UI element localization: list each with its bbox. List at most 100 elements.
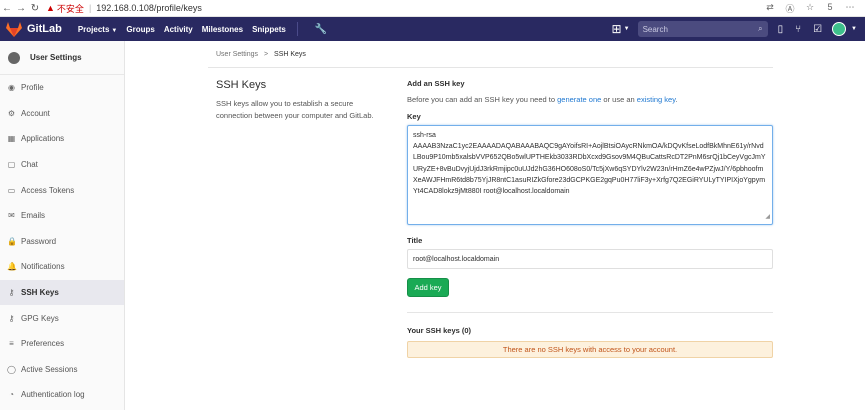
nav-milestones[interactable]: Milestones bbox=[202, 25, 243, 34]
chat-icon: ▢ bbox=[7, 160, 16, 170]
breadcrumb-parent[interactable]: User Settings bbox=[216, 51, 258, 58]
sidebar-item-label: Applications bbox=[21, 134, 65, 144]
key-label: Key bbox=[407, 112, 421, 121]
gitlab-header: GitLab Projects ▼ Groups Activity Milesto… bbox=[0, 17, 865, 41]
translate-icon[interactable]: ⇄ bbox=[763, 2, 777, 15]
profile-icon: ◉ bbox=[8, 83, 15, 93]
admin-wrench-icon[interactable]: 🔧 bbox=[315, 24, 327, 35]
sidebar-title: User Settings bbox=[30, 53, 82, 62]
breadcrumb-separator: > bbox=[263, 51, 269, 58]
nav-divider bbox=[296, 22, 298, 36]
sidebar-item-emails[interactable]: ✉ Emails bbox=[0, 203, 124, 229]
favorite-icon[interactable]: ☆ bbox=[803, 2, 817, 15]
issues-icon[interactable]: ▯ bbox=[778, 24, 784, 35]
chevron-down-icon: ▼ bbox=[623, 26, 630, 32]
sidebar-header[interactable]: User Settings bbox=[0, 41, 124, 75]
sidebar-item-access-tokens[interactable]: ▭ Access Tokens bbox=[0, 177, 124, 203]
security-indicator[interactable]: 不安全 bbox=[57, 2, 84, 15]
generate-one-link[interactable]: generate one bbox=[557, 95, 601, 104]
key-icon: ⚷ bbox=[8, 288, 15, 298]
existing-key-link[interactable]: existing key bbox=[637, 95, 676, 104]
sidebar-item-label: Preferences bbox=[21, 339, 65, 349]
sidebar-item-applications[interactable]: ▦ Applications bbox=[0, 126, 124, 152]
tanuki-icon bbox=[6, 21, 22, 37]
sidebar-item-account[interactable]: ⚙ Account bbox=[0, 101, 124, 127]
sidebar-item-profile[interactable]: ◉ Profile bbox=[0, 75, 124, 101]
user-icon bbox=[8, 51, 20, 64]
brand-name: GitLab bbox=[27, 23, 62, 35]
add-key-description: Before you can add an SSH key you need t… bbox=[407, 95, 678, 104]
header-right: ⊞ ▼ Search ⌕ ▯ ⑂ ☑ ▼ bbox=[612, 21, 865, 37]
address-bar[interactable]: 192.168.0.108/profile/keys bbox=[96, 3, 202, 13]
search-placeholder: Search bbox=[642, 24, 668, 34]
sidebar-item-label: Active Sessions bbox=[21, 364, 78, 374]
token-icon: ▭ bbox=[7, 185, 16, 195]
page-title: SSH Keys bbox=[216, 79, 267, 91]
sidebar-item-label: Access Tokens bbox=[21, 185, 75, 195]
nav-projects[interactable]: Projects ▼ bbox=[78, 25, 118, 34]
lock-icon: 🔒 bbox=[7, 236, 17, 246]
bell-icon: 🔔 bbox=[7, 262, 17, 272]
sidebar-item-notifications[interactable]: 🔔 Notifications bbox=[0, 254, 124, 280]
breadcrumb: User Settings > SSH Keys bbox=[216, 51, 306, 58]
back-button[interactable]: ← bbox=[0, 3, 14, 14]
breadcrumb-current[interactable]: SSH Keys bbox=[274, 51, 306, 58]
search-icon: ⌕ bbox=[758, 24, 763, 33]
nav-groups[interactable]: Groups bbox=[126, 25, 154, 34]
user-menu-chevron-icon[interactable]: ▼ bbox=[851, 26, 857, 32]
add-key-form: Add an SSH key Before you can add an SSH… bbox=[407, 79, 773, 358]
sidebar-item-label: Profile bbox=[21, 83, 44, 93]
more-icon[interactable]: ⋯ bbox=[843, 2, 857, 15]
sessions-icon: ◯ bbox=[7, 364, 16, 374]
sidebar-item-password[interactable]: 🔒 Password bbox=[0, 229, 124, 255]
reload-button[interactable]: ↻ bbox=[28, 3, 42, 14]
warning-icon: ▲ bbox=[46, 3, 55, 13]
new-dropdown-button[interactable]: ⊞ ▼ bbox=[612, 22, 630, 36]
add-key-heading: Add an SSH key bbox=[407, 79, 465, 88]
sidebar-item-label: Chat bbox=[21, 160, 38, 170]
intro-section: SSH Keys SSH keys allow you to establish… bbox=[216, 79, 391, 122]
nav-activity[interactable]: Activity bbox=[164, 25, 193, 34]
gitlab-logo[interactable]: GitLab bbox=[6, 21, 78, 37]
browser-actions: ⇄ Ⓐ ☆ 5 ⋯ bbox=[763, 2, 865, 15]
sidebar-item-active-sessions[interactable]: ◯ Active Sessions bbox=[0, 357, 124, 383]
add-key-button[interactable]: Add key bbox=[407, 278, 449, 297]
search-input[interactable]: Search ⌕ bbox=[637, 21, 768, 37]
sidebar-item-label: Emails bbox=[21, 211, 46, 221]
your-keys-heading: Your SSH keys (0) bbox=[407, 326, 472, 335]
sidebar-item-chat[interactable]: ▢ Chat bbox=[0, 152, 124, 178]
page-description: SSH keys allow you to establish a secure… bbox=[216, 99, 374, 120]
reader-icon[interactable]: Ⓐ bbox=[783, 2, 797, 15]
resize-handle-icon[interactable]: ◢ bbox=[765, 212, 770, 223]
address-separator: | bbox=[88, 3, 92, 13]
mail-icon: ✉ bbox=[8, 211, 15, 221]
sidebar-item-ssh-keys[interactable]: ⚷ SSH Keys bbox=[0, 279, 124, 306]
header-icons: ▯ ⑂ ☑ bbox=[778, 24, 822, 35]
sidebar-item-gpg-keys[interactable]: ⚷ GPG Keys bbox=[0, 305, 124, 331]
preferences-icon: ≡ bbox=[9, 339, 14, 349]
nav-snippets[interactable]: Snippets bbox=[252, 25, 286, 34]
main-nav: Projects ▼ Groups Activity Milestones Sni… bbox=[78, 22, 327, 36]
no-keys-message: There are no SSH keys with access to you… bbox=[502, 345, 678, 354]
title-value: root@localhost.localdomain bbox=[413, 255, 500, 263]
sidebar-item-label: Account bbox=[21, 108, 50, 118]
plus-square-icon: ⊞ bbox=[611, 22, 622, 36]
sidebar-item-label: SSH Keys bbox=[21, 288, 59, 298]
key-value: ssh-rsa AAAAB3NzaC1yc2EAAAADAQABAAABAQC9g… bbox=[413, 132, 766, 196]
key-textarea[interactable]: ssh-rsa AAAAB3NzaC1yc2EAAAADAQABAAABAQC9g… bbox=[407, 125, 773, 225]
title-label: Title bbox=[407, 236, 423, 245]
section-divider bbox=[407, 312, 773, 313]
sidebar-item-label: Authentication log bbox=[21, 390, 85, 400]
sidebar-item-label: Notifications bbox=[21, 262, 65, 272]
title-input[interactable]: root@localhost.localdomain bbox=[407, 249, 773, 269]
settings-sidebar: User Settings ◉ Profile ⚙ Account ▦ Applicati… bbox=[0, 41, 125, 410]
sidebar-item-preferences[interactable]: ≡ Preferences bbox=[0, 331, 124, 357]
tab-count[interactable]: 5 bbox=[823, 2, 837, 15]
user-avatar[interactable] bbox=[832, 22, 847, 36]
sidebar-item-authentication-log[interactable]: ◔ Authentication log bbox=[0, 382, 124, 408]
todo-icon[interactable]: ☑ bbox=[813, 24, 822, 35]
no-keys-alert: There are no SSH keys with access to you… bbox=[407, 341, 773, 358]
gear-icon: ⚙ bbox=[7, 108, 16, 118]
forward-button[interactable]: → bbox=[14, 3, 28, 14]
merge-request-icon[interactable]: ⑂ bbox=[795, 24, 801, 35]
